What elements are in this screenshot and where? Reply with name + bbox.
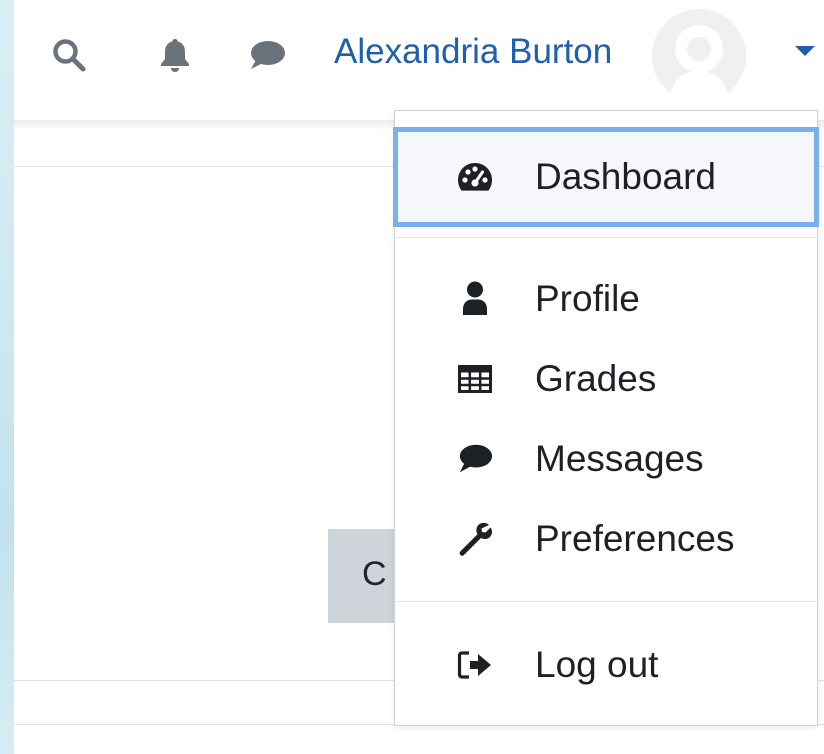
menu-item-messages[interactable]: Messages [395,423,817,495]
menu-item-label: Profile [535,278,640,319]
menu-item-dashboard[interactable]: Dashboard [393,127,819,227]
user-menu-dropdown: Dashboard Profile Grades Messages Prefer… [393,110,819,726]
dashboard-gauge-icon [457,159,493,195]
menu-item-preferences[interactable]: Preferences [395,503,817,575]
search-icon[interactable] [50,36,88,74]
menu-item-label: Preferences [535,518,735,559]
partial-button-label: C [362,555,387,593]
menu-item-label: Log out [535,644,659,685]
menu-item-profile[interactable]: Profile [395,263,817,335]
chat-bubble-icon[interactable] [248,36,286,74]
wrench-icon [457,521,493,557]
menu-item-grades[interactable]: Grades [395,343,817,415]
left-edge-background [0,0,14,754]
caret-down-icon[interactable] [795,46,815,56]
table-grid-icon [457,361,493,397]
menu-divider [395,237,817,238]
partial-button[interactable]: C [328,529,400,623]
menu-divider [395,601,817,602]
sign-out-icon [457,647,493,683]
menu-item-log-out[interactable]: Log out [395,629,817,701]
menu-item-label: Grades [535,358,657,399]
menu-item-label: Dashboard [535,156,717,197]
page: Alexandria Burton C Dashboard Profile Gr… [0,0,824,754]
default-avatar-icon[interactable] [652,9,746,103]
bell-icon[interactable] [156,36,194,74]
user-icon [457,281,493,317]
chat-bubble-icon [457,441,493,477]
menu-item-label: Messages [535,438,704,479]
user-name-link[interactable]: Alexandria Burton [334,30,612,74]
